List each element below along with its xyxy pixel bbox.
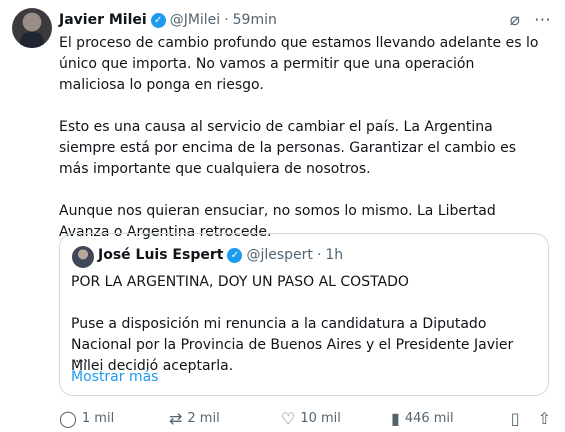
tweet-paragraph: Esto es una causa al servicio de cambiar… — [59, 119, 517, 177]
grok-icon[interactable]: ⌀ — [510, 10, 520, 30]
share-icon[interactable]: ⇧ — [538, 409, 551, 428]
like-icon: ♡ — [281, 409, 296, 428]
author-name[interactable]: Javier Milei — [59, 12, 147, 28]
quoted-tweet[interactable]: José Luis Espert ✓ @jlespert · 1h POR LA… — [59, 233, 549, 396]
quote-author-handle: @jlespert — [246, 247, 313, 263]
verified-badge-icon: ✓ — [150, 12, 166, 28]
quote-header: José Luis Espert ✓ @jlespert · 1h — [98, 247, 343, 263]
show-more-link[interactable]: Mostrar más — [71, 369, 158, 385]
views-count: 446 mil — [404, 411, 454, 426]
tweet-text: El proceso de cambio profundo que estamo… — [59, 33, 539, 264]
tweet-header: Javier Milei ✓ @JMilei · 59min ⌀ ⋯ — [59, 10, 551, 30]
more-icon[interactable]: ⋯ — [534, 10, 551, 30]
separator-dot: · — [316, 247, 322, 263]
repost-count: 2 mil — [187, 411, 220, 426]
reply-count: 1 mil — [81, 411, 115, 426]
like-button[interactable]: ♡ 10 mil — [281, 409, 391, 428]
right-actions: ▯ ⇧ — [511, 409, 551, 428]
bookmark-icon[interactable]: ▯ — [511, 409, 520, 428]
quote-time: 1h — [325, 247, 344, 263]
quote-paragraph: Puse a disposición mi renuncia a la cand… — [71, 316, 514, 374]
separator-dot: · — [224, 12, 229, 28]
views-icon: ▮ — [391, 409, 400, 428]
reply-icon: ◯ — [59, 409, 77, 428]
quote-author-name: José Luis Espert — [98, 247, 224, 263]
quote-ellipsis: ... — [75, 350, 89, 366]
quote-author-avatar — [72, 246, 94, 268]
repost-button[interactable]: ⇄ 2 mil — [169, 409, 281, 428]
reply-button[interactable]: ◯ 1 mil — [59, 409, 169, 428]
action-bar: ◯ 1 mil ⇄ 2 mil ♡ 10 mil ▮ 446 mil ▯ ⇧ — [59, 409, 551, 428]
views-button[interactable]: ▮ 446 mil — [391, 409, 501, 428]
verified-badge-icon: ✓ — [227, 247, 243, 263]
repost-icon: ⇄ — [169, 409, 183, 428]
tweet-paragraph: El proceso de cambio profundo que estamo… — [59, 35, 539, 93]
author-avatar[interactable] — [12, 8, 52, 48]
author-handle[interactable]: @JMilei — [170, 12, 221, 28]
tweet-time[interactable]: 59min — [233, 12, 277, 28]
like-count: 10 mil — [300, 411, 341, 426]
quote-paragraph: POR LA ARGENTINA, DOY UN PASO AL COSTADO — [71, 274, 409, 290]
header-actions: ⌀ ⋯ — [510, 10, 551, 30]
